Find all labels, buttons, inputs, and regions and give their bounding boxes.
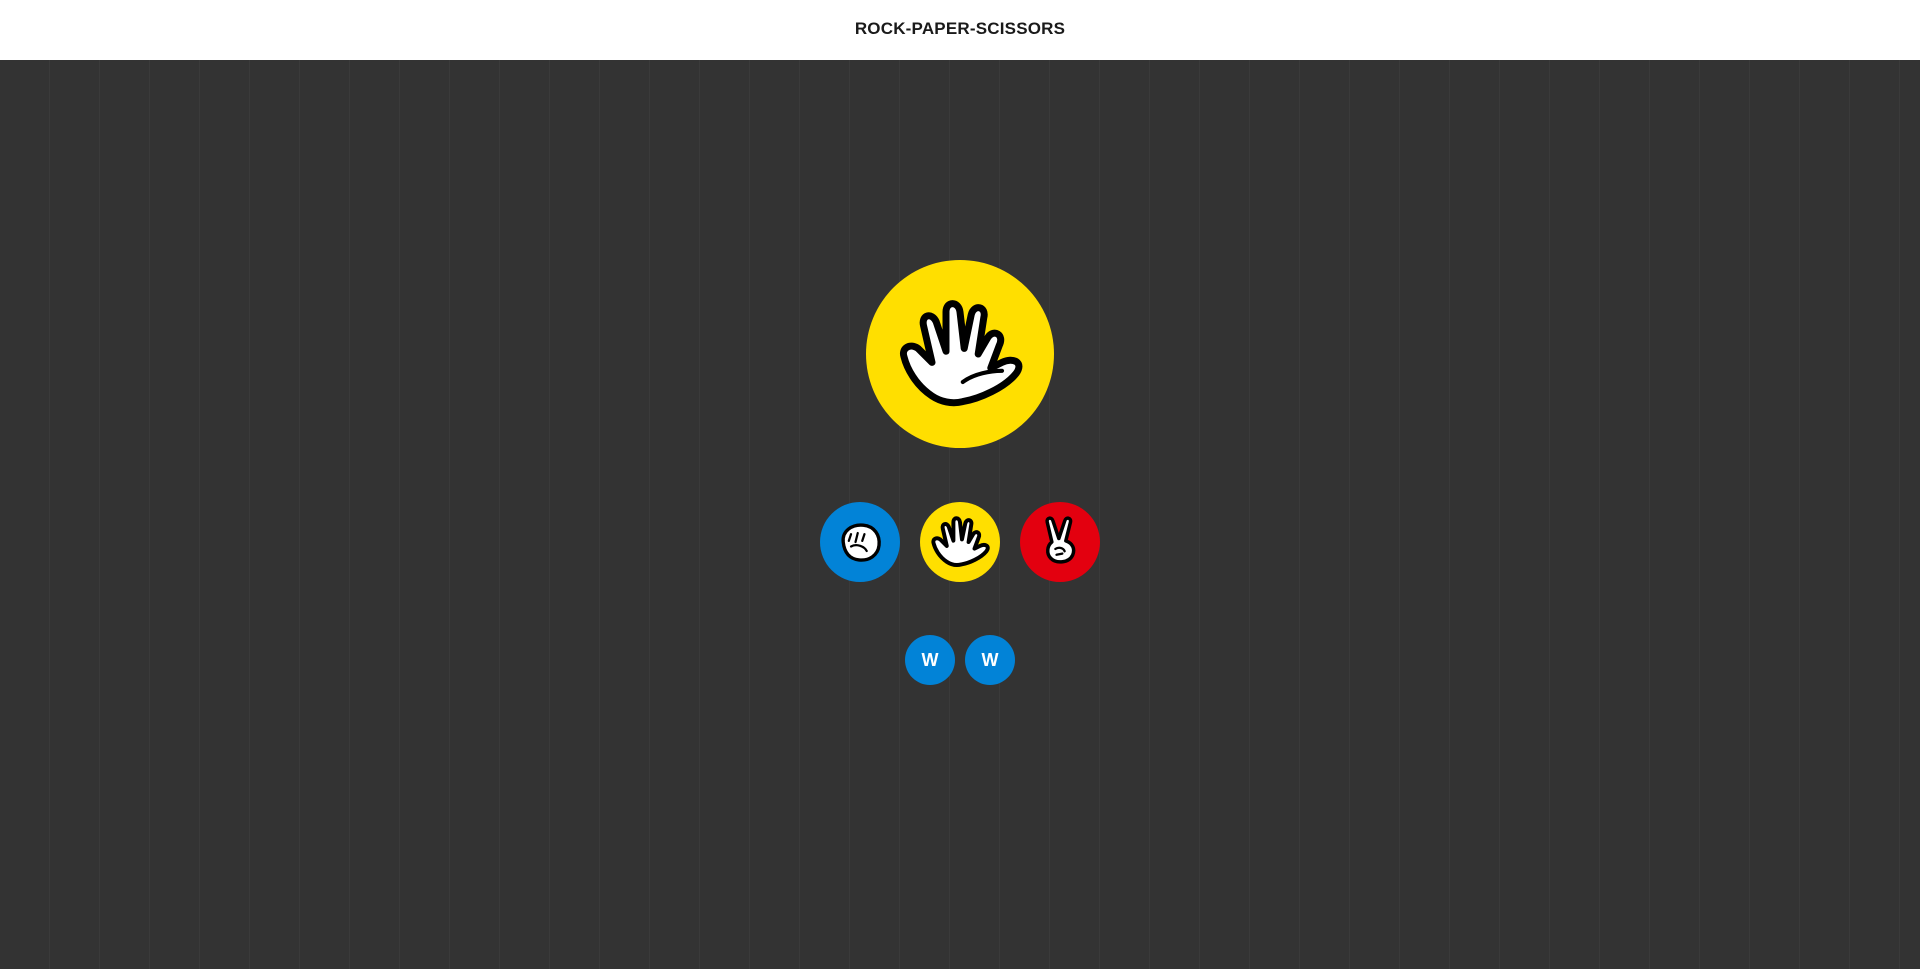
scissors-choice-button[interactable] <box>1020 502 1100 582</box>
scissors-hand-icon <box>1045 516 1076 564</box>
page-title: ROCK-PAPER-SCISSORS <box>854 19 1066 38</box>
rock-fist-icon <box>841 523 881 562</box>
history-badge: W <box>965 635 1015 685</box>
paper-hand-icon <box>899 300 1023 407</box>
history-badge-label: W <box>981 649 999 670</box>
paper-hand-icon <box>931 516 990 567</box>
history-badge-label: W <box>921 649 939 670</box>
rock-choice-button[interactable] <box>820 502 900 582</box>
paper-choice-button[interactable] <box>920 502 1000 582</box>
history-badge: W <box>905 635 955 685</box>
result-paper-circle <box>866 260 1054 448</box>
